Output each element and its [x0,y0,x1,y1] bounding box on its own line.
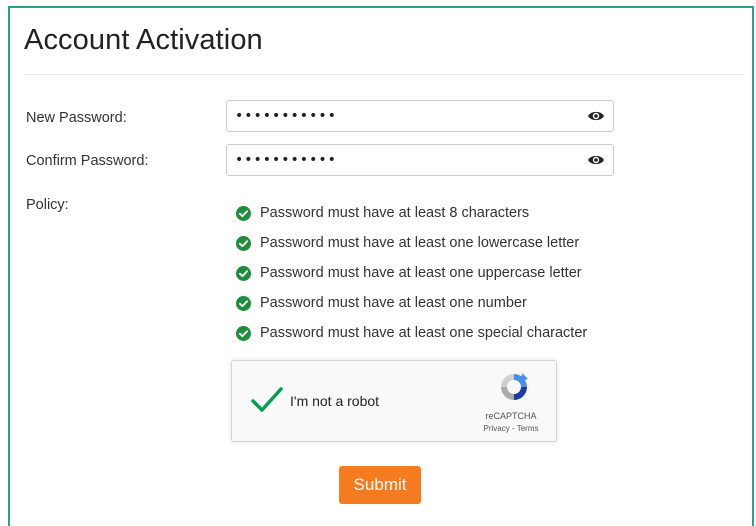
recaptcha-privacy-link[interactable]: Privacy [484,424,510,433]
policy-item-text: Password must have at least one lowercas… [260,235,580,251]
recaptcha-terms-link[interactable]: Terms [517,424,539,433]
eye-icon[interactable] [587,109,605,123]
account-activation-panel: Account Activation New Password: Confirm… [8,6,754,526]
policy-item-text: Password must have at least one special … [260,325,588,341]
policy-item: Password must have at least one lowercas… [236,228,587,258]
policy-label: Policy: [26,197,69,213]
policy-item-text: Password must have at least one number [260,295,527,311]
confirm-password-field [226,144,614,176]
new-password-label: New Password: [26,110,127,126]
confirm-password-label: Confirm Password: [26,153,149,169]
submit-button[interactable]: Submit [339,466,421,504]
policy-item-text: Password must have at least 8 characters [260,205,530,221]
recaptcha-links: Privacy - Terms [476,424,546,433]
policy-item-text: Password must have at least one uppercas… [260,265,582,281]
new-password-input[interactable] [227,101,585,131]
eye-icon[interactable] [587,153,605,167]
policy-list: Password must have at least 8 characters… [236,198,587,348]
new-password-field [226,100,614,132]
confirm-password-input[interactable] [227,145,585,175]
policy-item: Password must have at least one special … [236,318,587,348]
title-divider [24,74,744,75]
policy-item: Password must have at least one uppercas… [236,258,587,288]
recaptcha-brand: reCAPTCHA [485,411,537,421]
recaptcha-widget: I'm not a robot reCAPTCHA Privacy - Term… [231,360,557,442]
check-circle-icon [236,325,251,341]
policy-item: Password must have at least one number [236,288,587,318]
recaptcha-logo-icon [501,373,528,400]
check-circle-icon [236,235,251,251]
recaptcha-links-separator: - [509,424,517,433]
page-title: Account Activation [24,24,263,56]
check-circle-icon [236,205,251,221]
check-circle-icon [236,295,251,311]
recaptcha-checkmark-icon[interactable] [250,385,284,415]
recaptcha-label: I'm not a robot [290,393,380,409]
policy-item: Password must have at least 8 characters [236,198,587,228]
check-circle-icon [236,265,251,281]
